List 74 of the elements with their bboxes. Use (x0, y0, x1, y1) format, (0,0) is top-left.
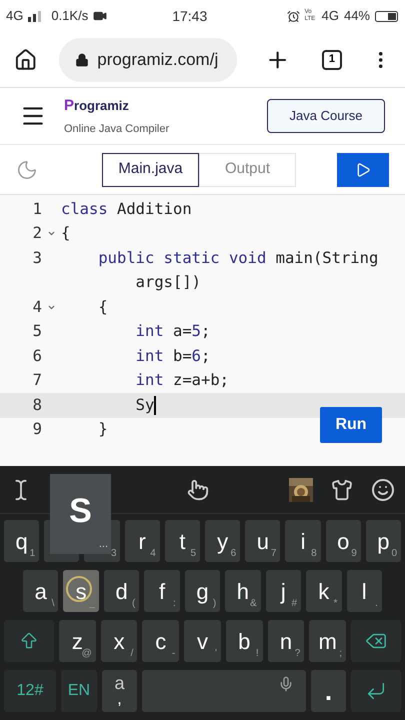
code-line: int a=5; (134, 321, 210, 342)
keyboard-key[interactable]: s_ (63, 570, 99, 612)
backspace-key[interactable] (351, 620, 402, 662)
mode-key[interactable]: EN (61, 670, 97, 712)
line-number: 3 (32, 248, 42, 269)
keyboard-key[interactable]: k * (306, 570, 342, 612)
keyboard-key[interactable]: b ! (226, 620, 263, 662)
code-line: { (61, 223, 70, 244)
keyboard-key[interactable]: j # (266, 570, 302, 612)
network-label: 4G (6, 7, 24, 26)
editor-tab[interactable]: Main.java (102, 152, 199, 186)
keyboard-key[interactable]: i 8 (285, 520, 321, 562)
emoji-icon[interactable] (371, 478, 395, 502)
keyboard-key[interactable]: f : (144, 570, 180, 612)
network-label: 4G (322, 7, 339, 26)
lock-icon (75, 52, 90, 66)
keyboard-key[interactable]: t 5 (164, 520, 200, 562)
line-number: 7 (32, 370, 42, 392)
line-number: 4 (32, 296, 42, 318)
code-line: } (97, 419, 108, 440)
battery-label: 44% (344, 7, 370, 26)
theme-icon[interactable] (16, 158, 38, 180)
theme-shirt-icon[interactable] (331, 478, 353, 500)
line-number: 6 (32, 346, 42, 367)
code-line: int b=6; (134, 346, 210, 367)
code-line: Sy (134, 394, 156, 417)
line-number: 1 (32, 198, 42, 220)
shift-icon (19, 631, 39, 651)
video-icon (93, 9, 108, 23)
enter-key[interactable] (351, 670, 401, 712)
editor-tab[interactable]: Output (199, 152, 296, 186)
keyboard-key[interactable]: n? (268, 620, 304, 662)
touch-indicator-icon (66, 576, 92, 602)
keyboard-key[interactable]: a \ (23, 570, 58, 612)
keyboard-key[interactable]: h& (225, 570, 261, 612)
subtitle: Online Java Compiler (64, 122, 170, 137)
keyboard-key[interactable]: a , (102, 670, 137, 712)
battery-icon (375, 10, 399, 22)
keyboard-key[interactable]: v ' (184, 620, 221, 662)
keyboard-key[interactable]: . (311, 670, 346, 712)
gesture-icon[interactable] (187, 478, 209, 500)
line-number: 9 (32, 419, 42, 440)
shift-key[interactable] (4, 620, 54, 662)
microphone-icon (278, 676, 294, 692)
code-line: args[]) (134, 272, 201, 294)
line-number: 5 (32, 321, 42, 342)
alarm-icon (286, 10, 300, 22)
enter-icon (365, 680, 387, 702)
keyboard-key[interactable]: d ( (104, 570, 140, 612)
mode-key[interactable]: 12# (4, 670, 56, 712)
code-line: public static void main(String (97, 248, 378, 269)
run-button[interactable]: Run (320, 407, 382, 443)
home-icon[interactable] (14, 48, 38, 72)
course-button[interactable]: Java Course (267, 99, 385, 133)
keyboard-key[interactable]: m; (309, 620, 346, 662)
line-number: 8 (32, 394, 42, 416)
logo[interactable]: Programiz (64, 94, 170, 117)
keyboard-key[interactable]: g ) (184, 570, 220, 612)
line-number: 2 (32, 223, 42, 244)
run-icon-button[interactable] (337, 152, 389, 186)
code-line: { (97, 296, 108, 318)
code-line: int z=a+b; (134, 370, 229, 392)
code-line: class Addition (61, 198, 192, 220)
keyboard-key[interactable]: c - (142, 620, 180, 662)
keyboard-key[interactable]: x / (100, 620, 138, 662)
keyboard-key[interactable]: l . (346, 570, 382, 612)
keyboard-key[interactable]: z@ (59, 620, 96, 662)
key-popup: S ... (50, 474, 111, 554)
tab-count-button[interactable]: 1 (322, 50, 342, 70)
signal-icon (28, 10, 42, 22)
address-bar[interactable]: programiz.com/j (59, 38, 237, 82)
speed-label: 0.1K/s (51, 7, 88, 26)
clock: 17:43 (172, 6, 208, 26)
play-icon (355, 162, 371, 178)
